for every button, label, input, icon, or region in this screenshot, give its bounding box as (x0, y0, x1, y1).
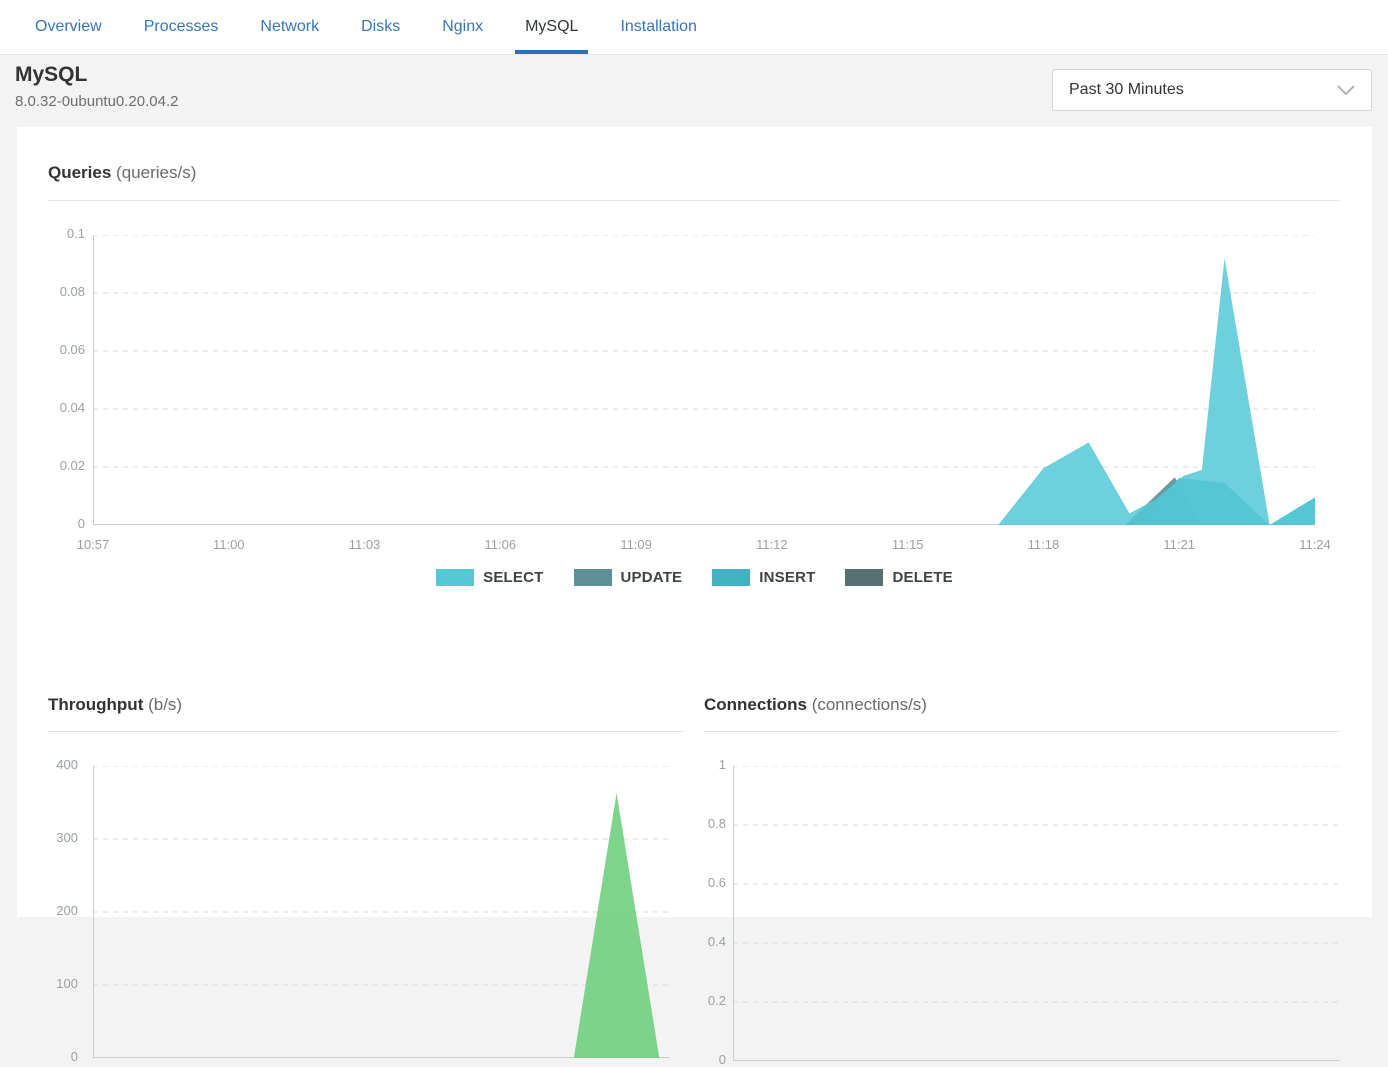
connections-y-tick-label: 0.8 (666, 816, 726, 831)
time-range-select[interactable]: Past 30 Minutes (1052, 69, 1372, 111)
queries-x-tick-label: 11:09 (606, 537, 666, 552)
queries-x-tick-label: 11:21 (1149, 537, 1209, 552)
queries-x-tick-label: 10:57 (63, 537, 123, 552)
throughput-series-throughput (93, 793, 670, 1058)
time-range-value: Past 30 Minutes (1069, 81, 1184, 99)
queries-y-tick-label: 0.02 (25, 458, 85, 473)
queries-x-tick-label: 11:00 (199, 537, 259, 552)
legend-item-update: UPDATE (574, 569, 683, 586)
legend-item-select: SELECT (436, 569, 543, 586)
queries-y-tick-label: 0 (25, 516, 85, 531)
mysql-version: 8.0.32-0ubuntu0.20.04.2 (15, 93, 178, 110)
throughput-y-tick-label: 200 (18, 903, 78, 918)
queries-title-divider (48, 200, 1340, 201)
mysql-charts-card: Queries (queries/s) SELECT UPDATE INSERT… (17, 127, 1372, 917)
throughput-y-tick-label: 400 (18, 757, 78, 772)
connections-y-tick-label: 0 (666, 1052, 726, 1067)
legend-item-delete: DELETE (845, 569, 952, 586)
connections-plot-area (733, 766, 1340, 1061)
throughput-y-tick-label: 300 (18, 830, 78, 845)
page-header: MySQL 8.0.32-0ubuntu0.20.04.2 Past 30 Mi… (0, 55, 1388, 127)
throughput-chart (93, 766, 670, 1063)
tab-network[interactable]: Network (250, 0, 329, 54)
queries-plot-area (93, 235, 1315, 525)
tab-overview[interactable]: Overview (25, 0, 112, 54)
queries-chart-title: Queries (queries/s) (48, 163, 196, 183)
throughput-y-tick-label: 0 (18, 1049, 78, 1064)
tab-nginx[interactable]: Nginx (432, 0, 493, 54)
tab-disks[interactable]: Disks (351, 0, 410, 54)
queries-x-tick-label: 11:12 (742, 537, 802, 552)
queries-x-tick-label: 11:18 (1013, 537, 1073, 552)
throughput-chart-title: Throughput (b/s) (48, 695, 182, 715)
tab-installation[interactable]: Installation (610, 0, 707, 54)
queries-x-tick-label: 11:15 (878, 537, 938, 552)
throughput-plot-area (93, 766, 670, 1058)
queries-x-tick-label: 11:06 (470, 537, 530, 552)
throughput-y-tick-label: 100 (18, 976, 78, 991)
queries-x-tick-label: 11:24 (1285, 537, 1345, 552)
select-series-swatch (436, 569, 474, 586)
queries-y-tick-label: 0.06 (25, 342, 85, 357)
legend-item-insert: INSERT (712, 569, 815, 586)
page-title: MySQL (15, 63, 87, 87)
connections-y-tick-label: 0.2 (666, 993, 726, 1008)
queries-chart (93, 235, 1315, 530)
tab-processes[interactable]: Processes (134, 0, 229, 54)
queries-chart-legend: SELECT UPDATE INSERT DELETE (17, 569, 1372, 586)
tab-mysql[interactable]: MySQL (515, 0, 588, 54)
legend-label-insert: INSERT (759, 569, 815, 586)
queries-y-tick-label: 0.1 (25, 226, 85, 241)
legend-label-delete: DELETE (892, 569, 952, 586)
delete-series-swatch (845, 569, 883, 586)
chevron-down-icon (1337, 85, 1355, 96)
connections-title-divider (704, 731, 1340, 732)
connections-chart (733, 766, 1340, 1066)
queries-y-tick-label: 0.08 (25, 284, 85, 299)
throughput-title-divider (48, 731, 683, 732)
top-tab-bar: Overview Processes Network Disks Nginx M… (0, 0, 1388, 55)
connections-chart-title: Connections (connections/s) (704, 695, 927, 715)
connections-y-tick-label: 1 (666, 757, 726, 772)
legend-label-update: UPDATE (621, 569, 683, 586)
queries-x-tick-label: 11:03 (335, 537, 395, 552)
queries-series-select (93, 258, 1315, 525)
connections-y-tick-label: 0.6 (666, 875, 726, 890)
update-series-swatch (574, 569, 612, 586)
connections-y-tick-label: 0.4 (666, 934, 726, 949)
legend-label-select: SELECT (483, 569, 543, 586)
queries-y-tick-label: 0.04 (25, 400, 85, 415)
insert-series-swatch (712, 569, 750, 586)
